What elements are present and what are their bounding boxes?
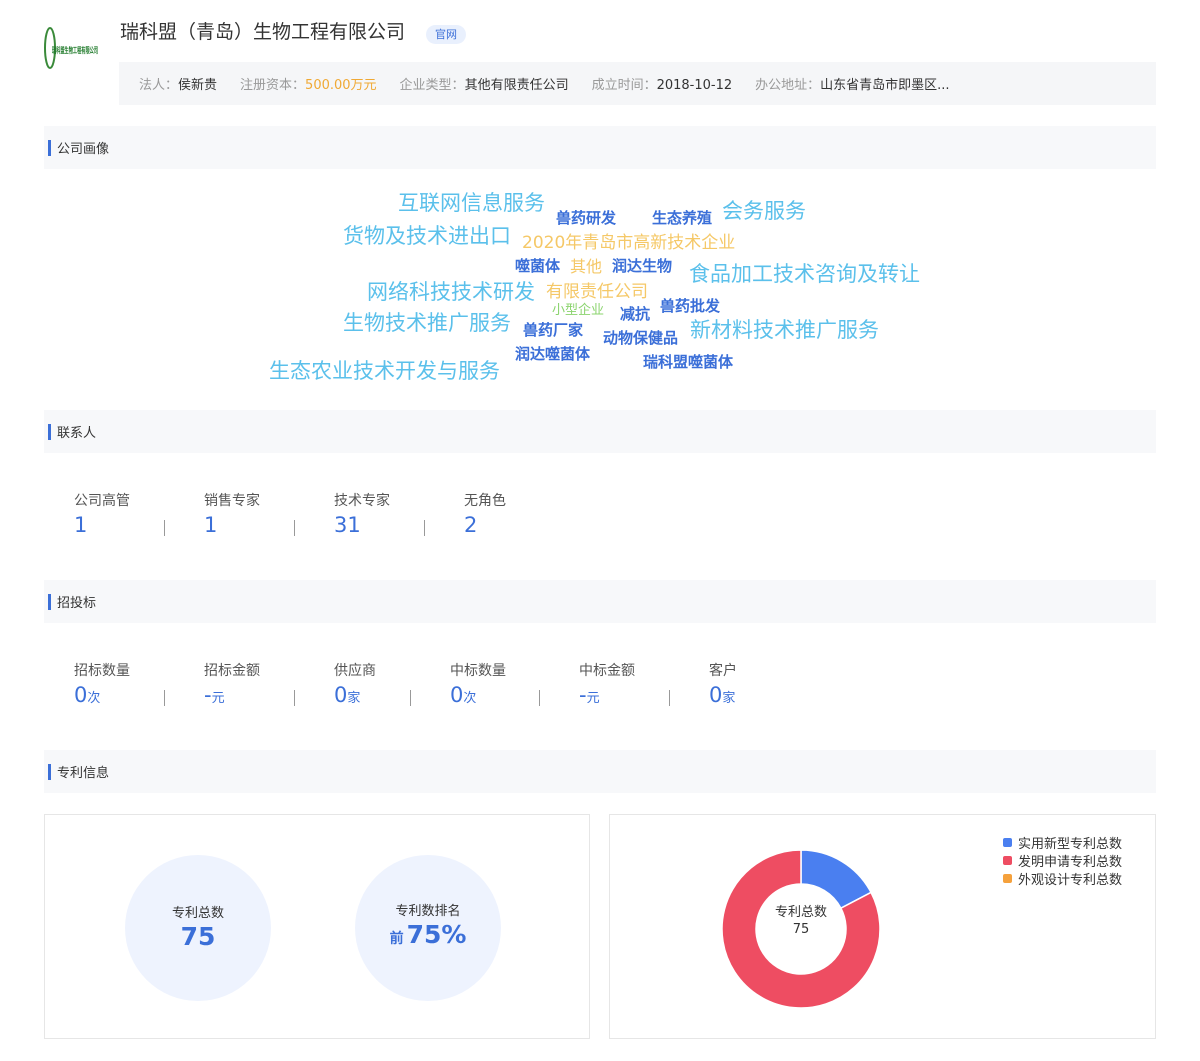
word-tag[interactable]: 生态养殖 (652, 211, 712, 226)
patent-total-circle: 专利总数 75 (125, 855, 271, 1001)
bid-stat-customers[interactable]: 客户 0家 (709, 662, 809, 712)
word-tag[interactable]: 生物技术推广服务 (343, 313, 511, 334)
info-founded-date: 成立时间：2018-10-12 (591, 78, 733, 93)
legend-label: 实用新型专利总数 (1018, 836, 1123, 852)
info-registered-capital: 注册资本：500.00万元 (240, 78, 377, 93)
contacts-stats: 公司高管 1 销售专家 1 技术专家 31 无角色 2 (74, 492, 594, 538)
section-bidding: 招投标 (44, 580, 1156, 623)
legend-dot (1003, 855, 1012, 865)
legend-label: 外观设计专利总数 (1018, 872, 1123, 888)
bid-stat-tender-count[interactable]: 招标数量 0次 (74, 662, 204, 712)
word-tag[interactable]: 网络科技技术研发 (367, 282, 535, 303)
bid-stat-win-count[interactable]: 中标数量 0次 (450, 662, 579, 712)
bid-stat-tender-amount[interactable]: 招标金额 -元 (204, 662, 334, 712)
section-title: 招投标 (57, 596, 97, 611)
section-marker (48, 593, 51, 610)
section-title: 专利信息 (57, 766, 110, 781)
company-name: 瑞科盟（青岛）生物工程有限公司 (120, 21, 406, 43)
official-site-badge[interactable]: 官网 (426, 25, 466, 44)
legend-item-0[interactable]: 实用新型专利总数 (1003, 833, 1123, 852)
info-company-type: 企业类型：其他有限责任公司 (399, 78, 569, 93)
legend-dot (1003, 837, 1012, 847)
word-tag[interactable]: 润达噬菌体 (515, 347, 590, 362)
section-marker (48, 763, 51, 780)
word-tag[interactable]: 润达生物 (612, 259, 672, 274)
company-logo: 瑞科盟生物工程有限公司 (44, 22, 102, 74)
contact-stat-sales[interactable]: 销售专家 1 (204, 492, 334, 538)
word-tag[interactable]: 瑞科盟噬菌体 (643, 355, 733, 370)
chart-legend: 实用新型专利总数 发明申请专利总数 外观设计专利总数 (1003, 833, 1123, 888)
word-tag[interactable]: 互联网信息服务 (398, 193, 545, 214)
section-marker (48, 423, 51, 440)
word-tag[interactable]: 减抗 (620, 307, 650, 322)
svg-text:瑞科盟生物工程有限公司: 瑞科盟生物工程有限公司 (52, 45, 98, 55)
word-tag[interactable]: 货物及技术进出口 (343, 226, 511, 247)
info-office-address: 办公地址：山东省青岛市即墨区... (755, 78, 950, 93)
legend-item-2[interactable]: 外观设计专利总数 (1003, 869, 1123, 888)
contact-stat-no-role[interactable]: 无角色 2 (464, 492, 594, 538)
info-legal-person: 法人：侯新贵 (139, 78, 218, 93)
bidding-stats: 招标数量 0次 招标金额 -元 供应商 0家 中标数量 0次 中标金额 -元 客… (74, 662, 809, 712)
patent-summary-panel: 专利总数 75 专利数排名 前 75% (44, 814, 590, 1039)
word-tag[interactable]: 新材料技术推广服务 (690, 320, 879, 341)
word-tag[interactable]: 小型企业 (552, 304, 604, 317)
word-tag[interactable]: 2020年青岛市高新技术企业 (522, 235, 735, 252)
contact-stat-tech[interactable]: 技术专家 31 (334, 492, 464, 538)
contact-stat-executives[interactable]: 公司高管 1 (74, 492, 204, 538)
patent-chart-panel: 专利总数 75 实用新型专利总数 发明申请专利总数 外观设计专利总数 (609, 814, 1156, 1039)
section-patents: 专利信息 (44, 750, 1156, 793)
word-tag[interactable]: 噬菌体 (515, 259, 560, 274)
word-tag[interactable]: 生态农业技术开发与服务 (269, 361, 500, 382)
section-company-portrait: 公司画像 (44, 126, 1156, 169)
word-tag[interactable]: 食品加工技术咨询及转让 (689, 264, 920, 285)
legend-dot (1003, 873, 1012, 883)
bid-stat-suppliers[interactable]: 供应商 0家 (334, 662, 450, 712)
word-tag[interactable]: 有限责任公司 (546, 284, 648, 301)
section-marker (48, 139, 51, 156)
patent-rank-circle: 专利数排名 前 75% (355, 855, 501, 1001)
word-tag[interactable]: 会务服务 (722, 201, 806, 222)
word-tag[interactable]: 兽药厂家 (523, 323, 583, 338)
word-tag[interactable]: 动物保健品 (603, 331, 678, 346)
word-tag[interactable]: 兽药研发 (556, 211, 616, 226)
word-tag[interactable]: 其他 (570, 259, 602, 275)
donut-center-label: 专利总数 75 (774, 905, 827, 937)
company-info-bar: 法人：侯新贵 注册资本：500.00万元 企业类型：其他有限责任公司 成立时间：… (119, 62, 1156, 105)
section-title: 联系人 (57, 426, 97, 441)
word-tag[interactable]: 兽药批发 (660, 299, 720, 314)
legend-label: 发明申请专利总数 (1018, 854, 1123, 870)
section-contacts: 联系人 (44, 410, 1156, 453)
legend-item-1[interactable]: 发明申请专利总数 (1003, 851, 1123, 870)
bid-stat-win-amount[interactable]: 中标金额 -元 (579, 662, 709, 712)
section-title: 公司画像 (57, 142, 110, 157)
